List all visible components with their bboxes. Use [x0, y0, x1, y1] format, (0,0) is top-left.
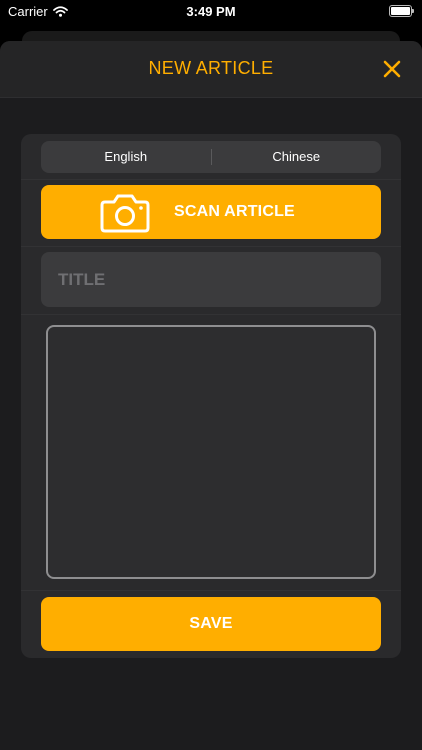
status-bar: Carrier 3:49 PM: [0, 0, 422, 24]
title-input[interactable]: [41, 252, 381, 307]
article-form: English Chinese SCAN ARTICLE SAVE: [21, 134, 401, 658]
row-divider: [21, 590, 401, 591]
article-text-area[interactable]: [46, 325, 376, 579]
language-option-english[interactable]: English: [41, 141, 211, 173]
battery-tip: [412, 9, 414, 13]
battery-fill: [391, 7, 410, 15]
language-selector: English Chinese: [41, 141, 381, 173]
language-option-chinese[interactable]: Chinese: [212, 141, 382, 173]
camera-icon: [100, 194, 150, 233]
row-divider: [21, 179, 401, 180]
page-title: NEW ARTICLE: [148, 58, 274, 78]
row-divider: [21, 246, 401, 247]
scan-article-button[interactable]: SCAN ARTICLE: [41, 185, 381, 239]
new-article-sheet: NEW ARTICLE English Chinese SCAN ARTICLE…: [0, 41, 422, 750]
status-time: 3:49 PM: [186, 4, 236, 19]
row-divider: [21, 314, 401, 315]
sheet-header: NEW ARTICLE: [0, 41, 422, 98]
save-button[interactable]: SAVE: [41, 597, 381, 651]
scan-article-label: SCAN ARTICLE: [174, 203, 295, 220]
battery-icon: [389, 5, 414, 17]
close-icon[interactable]: [382, 59, 402, 79]
